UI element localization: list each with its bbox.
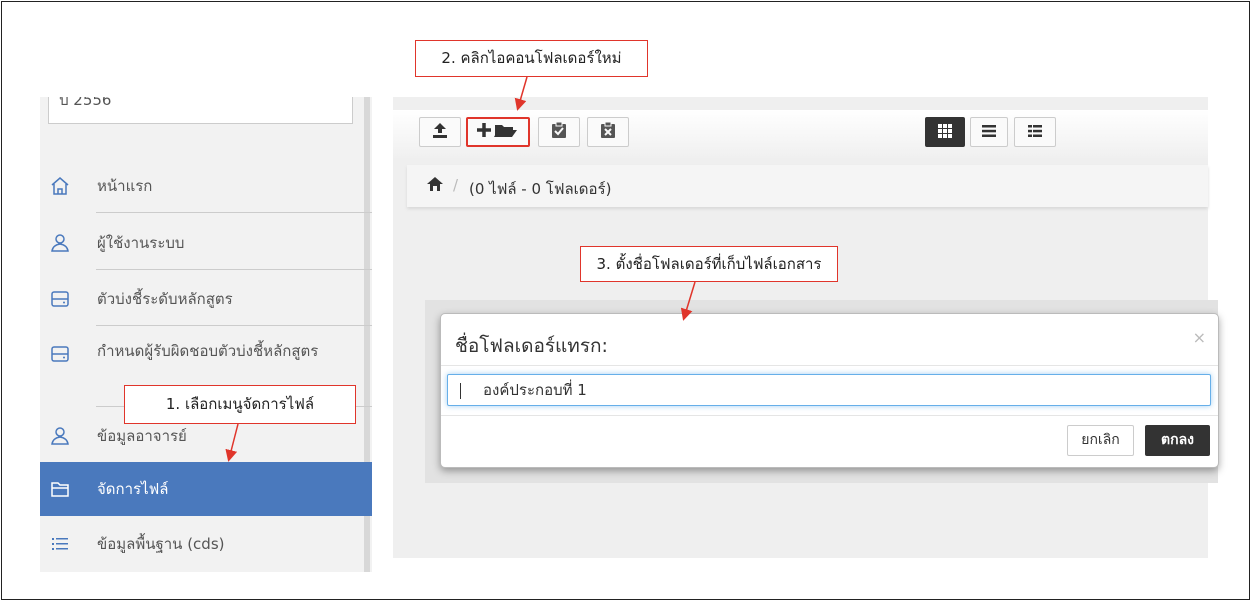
annotation-arrows bbox=[225, 76, 696, 462]
arrow-step-3 bbox=[680, 281, 696, 321]
arrow-step-1 bbox=[225, 423, 239, 462]
arrow-step-2 bbox=[514, 76, 528, 111]
